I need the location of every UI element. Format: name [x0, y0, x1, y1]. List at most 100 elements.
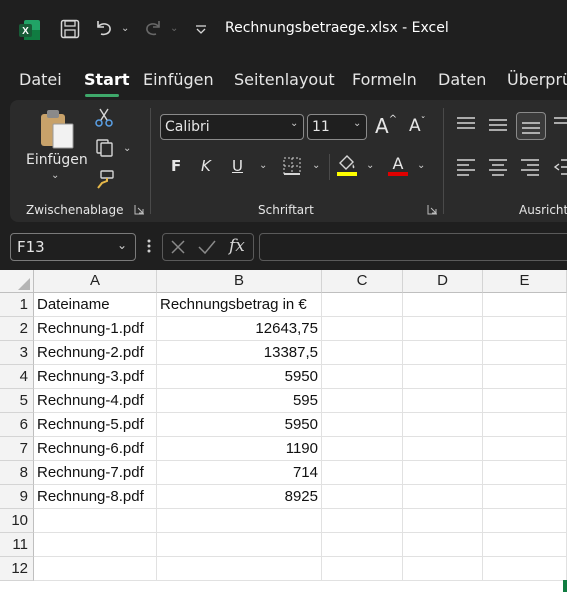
cell-b4[interactable]: 5950 [157, 365, 322, 389]
cell-d6[interactable] [403, 413, 483, 437]
cell-c4[interactable] [322, 365, 403, 389]
undo-icon[interactable] [94, 18, 114, 38]
cell-b5[interactable]: 595 [157, 389, 322, 413]
font-color-icon[interactable]: A [387, 154, 409, 178]
customize-quick-access-icon[interactable] [195, 24, 207, 36]
column-header-e[interactable]: E [483, 270, 567, 293]
bold-button[interactable]: F [171, 157, 181, 175]
cell-a2[interactable]: Rechnung-1.pdf [34, 317, 157, 341]
row-header-2[interactable]: 2 [0, 317, 34, 341]
copy-dropdown-icon[interactable]: ⌄ [123, 143, 131, 154]
tab-formeln[interactable]: Formeln [352, 70, 417, 89]
cell-b9[interactable]: 8925 [157, 485, 322, 509]
cell-b10[interactable] [157, 509, 322, 533]
row-header-3[interactable]: 3 [0, 341, 34, 365]
align-top-icon[interactable] [456, 116, 476, 132]
underline-button[interactable]: U [232, 157, 243, 175]
paste-button-label[interactable]: Einfügen [26, 152, 88, 168]
cell-c11[interactable] [322, 533, 403, 557]
fill-color-dropdown-icon[interactable]: ⌄ [366, 160, 374, 171]
align-left-icon[interactable] [456, 158, 476, 176]
increase-font-size-icon[interactable]: A^ [375, 114, 397, 138]
cell-c5[interactable] [322, 389, 403, 413]
cell-e10[interactable] [483, 509, 567, 533]
font-color-dropdown-icon[interactable]: ⌄ [417, 160, 425, 171]
borders-icon[interactable] [282, 156, 302, 176]
cell-a7[interactable]: Rechnung-6.pdf [34, 437, 157, 461]
cell-b6[interactable]: 5950 [157, 413, 322, 437]
paste-icon[interactable] [39, 108, 77, 150]
cell-d10[interactable] [403, 509, 483, 533]
insert-function-button[interactable]: fx [229, 236, 245, 256]
column-header-c[interactable]: C [322, 270, 403, 293]
row-header-7[interactable]: 7 [0, 437, 34, 461]
enter-formula-icon[interactable] [198, 239, 216, 255]
decrease-font-size-icon[interactable]: Aˇ [409, 116, 426, 136]
font-dialog-launcher-icon[interactable] [427, 204, 438, 215]
orientation-icon[interactable] [553, 116, 567, 132]
copy-icon[interactable] [95, 138, 115, 158]
fill-color-icon[interactable] [336, 154, 358, 178]
row-header-6[interactable]: 6 [0, 413, 34, 437]
cell-a5[interactable]: Rechnung-4.pdf [34, 389, 157, 413]
borders-dropdown-icon[interactable]: ⌄ [312, 160, 320, 171]
cell-c9[interactable] [322, 485, 403, 509]
cell-d8[interactable] [403, 461, 483, 485]
cell-e12[interactable] [483, 557, 567, 581]
cell-c10[interactable] [322, 509, 403, 533]
cell-d12[interactable] [403, 557, 483, 581]
cell-e8[interactable] [483, 461, 567, 485]
cell-e4[interactable] [483, 365, 567, 389]
cell-c12[interactable] [322, 557, 403, 581]
save-icon[interactable] [60, 19, 80, 39]
redo-icon[interactable] [143, 18, 163, 38]
italic-button[interactable]: K [201, 157, 211, 175]
column-header-a[interactable]: A [34, 270, 157, 293]
cell-a11[interactable] [34, 533, 157, 557]
align-right-icon[interactable] [520, 158, 540, 176]
cell-b1[interactable]: Rechnungsbetrag in € [157, 293, 322, 317]
tab-seitenlayout[interactable]: Seitenlayout [234, 70, 335, 89]
row-header-4[interactable]: 4 [0, 365, 34, 389]
row-header-11[interactable]: 11 [0, 533, 34, 557]
cell-e6[interactable] [483, 413, 567, 437]
cell-d5[interactable] [403, 389, 483, 413]
cell-c2[interactable] [322, 317, 403, 341]
column-header-d[interactable]: D [403, 270, 483, 293]
align-center-icon[interactable] [488, 158, 508, 176]
select-all-corner[interactable] [0, 270, 34, 293]
tab-ueberpruefen[interactable]: Überprü [507, 70, 567, 89]
cell-c6[interactable] [322, 413, 403, 437]
font-name-select[interactable]: Calibri [160, 114, 304, 140]
row-header-10[interactable]: 10 [0, 509, 34, 533]
row-header-9[interactable]: 9 [0, 485, 34, 509]
clipboard-dialog-launcher-icon[interactable] [134, 204, 145, 215]
font-name-dropdown-icon[interactable]: ⌄ [290, 118, 298, 129]
tab-start[interactable]: Start [84, 70, 130, 89]
cell-a8[interactable]: Rechnung-7.pdf [34, 461, 157, 485]
tab-datei[interactable]: Datei [19, 70, 62, 89]
cell-a4[interactable]: Rechnung-3.pdf [34, 365, 157, 389]
paste-dropdown-icon[interactable]: ⌄ [51, 170, 59, 181]
redo-dropdown-icon[interactable]: ⌄ [170, 23, 178, 34]
cell-e3[interactable] [483, 341, 567, 365]
tab-daten[interactable]: Daten [438, 70, 486, 89]
column-header-b[interactable]: B [157, 270, 322, 293]
format-painter-icon[interactable] [95, 170, 115, 190]
undo-dropdown-icon[interactable]: ⌄ [121, 23, 129, 34]
align-bottom-icon[interactable] [516, 112, 546, 140]
cell-c3[interactable] [322, 341, 403, 365]
cell-a9[interactable]: Rechnung-8.pdf [34, 485, 157, 509]
decrease-indent-icon[interactable] [553, 158, 567, 176]
cell-d4[interactable] [403, 365, 483, 389]
cell-b2[interactable]: 12643,75 [157, 317, 322, 341]
tab-einfuegen[interactable]: Einfügen [143, 70, 214, 89]
cell-e5[interactable] [483, 389, 567, 413]
cell-e2[interactable] [483, 317, 567, 341]
row-header-1[interactable]: 1 [0, 293, 34, 317]
cancel-formula-icon[interactable] [170, 239, 186, 255]
cell-d3[interactable] [403, 341, 483, 365]
cell-e11[interactable] [483, 533, 567, 557]
cell-b12[interactable] [157, 557, 322, 581]
cell-c1[interactable] [322, 293, 403, 317]
